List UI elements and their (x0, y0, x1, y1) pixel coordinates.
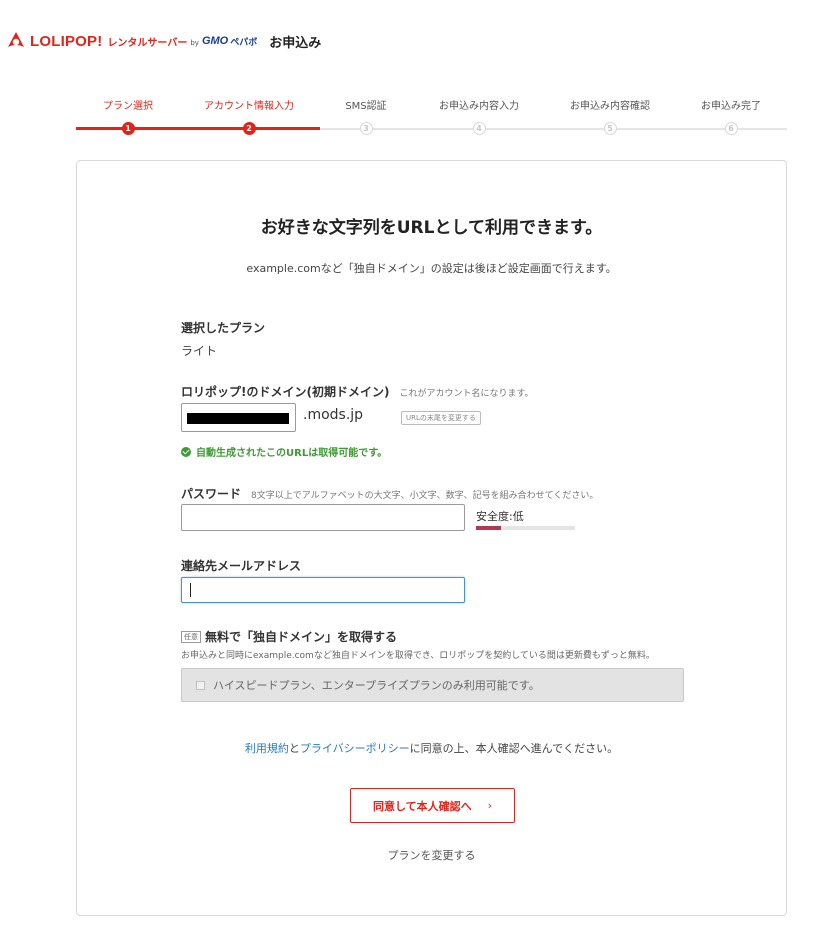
terms-and: と (288, 742, 300, 755)
change-plan-link[interactable]: プランを変更する (77, 847, 786, 863)
password-note: 8文字以上でアルファベットの大文字、小文字、数字、記号を組み合わせてください。 (251, 491, 599, 501)
password-strength-label: 安全度:低 (476, 510, 524, 523)
step-number: 5 (603, 122, 617, 135)
optional-domain-checkbox-label: ハイスピードプラン、エンタープライズプランのみ利用可能です。 (213, 679, 540, 692)
domain-available-text: 自動生成されたこのURLは取得可能です。 (196, 448, 388, 459)
progress-stepper: プラン選択 1 アカウント情報入力 2 SMS認証 3 お申込み内容入力 4 お… (76, 100, 787, 136)
redacted-domain (187, 413, 289, 424)
plan-value: ライト (181, 344, 218, 358)
agree-button-label: 同意して本人確認へ (372, 799, 472, 813)
card-subtitle: example.comなど「独自ドメイン」の設定は後ほど設定画面で行えます。 (246, 262, 617, 275)
logo-subtitle: レンタルサーバー (107, 37, 188, 49)
logo-by: by (190, 39, 199, 47)
terms-notice: 利用規約とプライバシーポリシーに同意の上、本人確認へ進んでください。 (77, 740, 786, 756)
step-number: 2 (242, 122, 256, 135)
step-label: アカウント情報入力 (204, 101, 294, 112)
gmo-logo: GMO (201, 35, 229, 47)
domain-suffix: .mods.jp (303, 407, 364, 423)
password-input[interactable] (181, 504, 465, 531)
step-account-info: アカウント情報入力 2 (194, 100, 304, 135)
domain-label-row: ロリポップ!のドメイン(初期ドメイン) これがアカウント名になります。 (181, 383, 534, 400)
optional-domain-checkbox[interactable] (196, 680, 205, 690)
signup-form-card: お好きな文字列をURLとして利用できます。 example.comなど「独自ドメ… (76, 160, 787, 916)
optional-badge: 任意 (181, 631, 201, 643)
card-title: お好きな文字列をURLとして利用できます。 (260, 218, 603, 238)
step-number: 6 (724, 122, 738, 135)
step-number: 1 (121, 122, 135, 135)
email-label: 連絡先メールアドレス (181, 559, 302, 573)
optional-domain-option: ハイスピードプラン、エンタープライズプランのみ利用可能です。 (181, 668, 684, 702)
change-url-button[interactable]: URLの末尾を変更する (401, 411, 481, 425)
site-header: LOLIPOP! レンタルサーバー by GMO ペパボ お申込み (6, 30, 321, 52)
step-label: お申込み内容確認 (570, 101, 650, 112)
optional-domain-label: 無料で「独自ドメイン」を取得する (205, 630, 398, 644)
optional-domain-label-row: 任意 無料で「独自ドメイン」を取得する (181, 628, 397, 645)
step-number: 4 (472, 122, 486, 135)
text-caret (190, 583, 191, 597)
step-label: SMS認証 (345, 101, 387, 112)
optional-domain-description: お申込みと同時にexample.comなど独自ドメインを取得でき、ロリポップを契… (181, 651, 655, 661)
step-sms-auth: SMS認証 3 (311, 100, 421, 135)
step-label: お申込み完了 (701, 101, 761, 112)
step-label: プラン選択 (103, 101, 153, 112)
pepabo-logo: ペパボ (230, 37, 258, 48)
step-number: 3 (359, 122, 373, 135)
check-circle-icon (181, 446, 191, 457)
chevron-right-icon: › (487, 799, 493, 812)
terms-of-use-link[interactable]: 利用規約 (245, 742, 289, 755)
password-strength-fill (476, 526, 501, 530)
lolipop-logo-icon (6, 31, 26, 51)
privacy-policy-link[interactable]: プライバシーポリシー (300, 742, 410, 755)
terms-rest: に同意の上、本人確認へ進んでください。 (409, 742, 619, 755)
step-label: お申込み内容入力 (439, 101, 519, 112)
step-application-input: お申込み内容入力 4 (424, 100, 534, 135)
domain-note: これがアカウント名になります。 (399, 389, 534, 399)
email-input[interactable] (181, 577, 465, 603)
plan-label: 選択したプラン (181, 321, 266, 335)
password-label: パスワード (181, 487, 242, 501)
password-strength-bar (476, 526, 575, 530)
step-application-confirm: お申込み内容確認 5 (555, 100, 665, 135)
logo-text: LOLIPOP! (30, 32, 103, 50)
password-label-row: パスワード 8文字以上でアルファベットの大文字、小文字、数字、記号を組み合わせてく… (181, 485, 598, 502)
page-title: お申込み (269, 35, 322, 51)
domain-label: ロリポップ!のドメイン(初期ドメイン) (181, 385, 390, 399)
step-plan-select: プラン選択 1 (73, 100, 183, 135)
agree-and-verify-button[interactable]: 同意して本人確認へ › (350, 788, 515, 823)
domain-available-message: 自動生成されたこのURLは取得可能です。 (181, 444, 387, 459)
step-complete: お申込み完了 6 (676, 100, 786, 135)
